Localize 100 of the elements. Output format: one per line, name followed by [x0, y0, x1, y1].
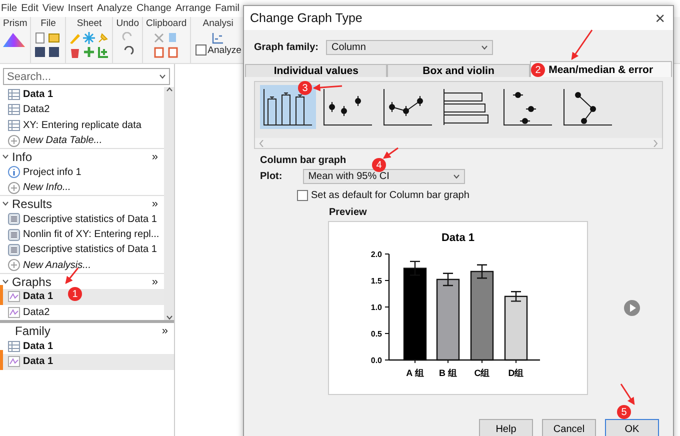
error-bar: [510, 291, 522, 302]
new-file-icon[interactable]: [34, 32, 46, 44]
menu-item[interactable]: Analyze: [96, 3, 132, 14]
results-sheet-icon: [8, 213, 20, 226]
dialog-button[interactable]: Cancel: [542, 419, 596, 436]
xy-chart-icon[interactable]: [212, 32, 224, 44]
save-icon[interactable]: [34, 46, 46, 58]
tree-item[interactable]: Descriptive statistics of Data 1: [0, 212, 164, 227]
add-column-icon[interactable]: [97, 46, 110, 58]
dialog-button[interactable]: Help: [479, 419, 533, 436]
add-circle-icon: [8, 134, 20, 147]
ribbon-group-label: Undo: [116, 18, 139, 29]
results-sheet-icon: [8, 244, 20, 256]
tick-label: 0.5: [370, 330, 382, 338]
field-label: Plot:: [260, 171, 282, 182]
info-icon: [8, 166, 20, 178]
error-bar: [442, 272, 454, 286]
table-icon: [8, 340, 20, 352]
graph-icon: [8, 291, 20, 302]
menu-item[interactable]: Change: [136, 3, 172, 14]
tree-item[interactable]: Descriptive statistics of Data 1: [0, 242, 164, 258]
tree-item[interactable]: New Info...: [0, 180, 164, 196]
tick-label: 1.0: [370, 303, 382, 312]
tree-item[interactable]: Data 1: [0, 338, 174, 354]
selection-marker: [0, 350, 3, 370]
category-label: A 组: [406, 368, 424, 378]
field-label: Graph family:: [254, 42, 318, 53]
section-title: Column bar graph: [260, 155, 346, 166]
tree-item[interactable]: New Analysis...: [0, 258, 164, 273]
category-label: C组: [474, 368, 490, 378]
menu-item[interactable]: Famil: [215, 3, 240, 14]
selection-marker: [0, 285, 3, 306]
tree-item[interactable]: New Data Table...: [0, 132, 164, 148]
chart-title: Data 1: [441, 232, 475, 244]
tree-item[interactable]: XY: Entering replicate data: [0, 118, 164, 133]
tree-item[interactable]: Data 1: [0, 87, 164, 102]
add-circle-icon: [8, 182, 20, 194]
step-badge: 1: [68, 287, 82, 301]
ribbon-group-label: Sheet: [76, 18, 102, 29]
graph-icon: [8, 306, 20, 318]
menu-item[interactable]: Insert: [68, 3, 93, 14]
menu-item[interactable]: File: [1, 3, 18, 14]
analyze-button[interactable]: Analyze: [194, 44, 242, 56]
snowflake-icon[interactable]: [83, 32, 96, 44]
tab[interactable]: Box and violin: [387, 64, 530, 77]
sheet-icon[interactable]: [194, 44, 207, 56]
caret-icon[interactable]: [481, 45, 488, 50]
category-label: B 组: [439, 368, 457, 378]
error-bar: [409, 260, 421, 276]
search-field[interactable]: Search...: [3, 68, 170, 85]
tree-item[interactable]: Data2: [0, 304, 164, 320]
graph-family-select[interactable]: Column: [326, 40, 494, 55]
expand-caret-icon[interactable]: [2, 279, 9, 284]
ribbon-group-label: Analysi: [202, 18, 234, 29]
add-circle-icon: [8, 259, 20, 272]
plot-select[interactable]: Mean with 95% CI: [303, 169, 466, 184]
ribbon-group-label: File: [40, 18, 56, 29]
tick-label: 0.0: [370, 356, 382, 365]
menu-item[interactable]: View: [42, 3, 64, 14]
section-header[interactable]: Info »: [0, 148, 164, 165]
tick-label: 1.5: [370, 276, 382, 286]
save-as-icon[interactable]: [48, 46, 60, 58]
paste-icon[interactable]: [153, 46, 166, 58]
table-icon: [8, 89, 20, 100]
error-bar: [476, 264, 488, 279]
table-icon: [8, 120, 20, 131]
tick-label: 2.0: [370, 250, 382, 259]
close-button[interactable]: ×: [655, 10, 665, 26]
section-header[interactable]: Results »: [0, 195, 164, 212]
preview-label: Preview: [329, 207, 367, 218]
scroll-down-icon[interactable]: [166, 315, 172, 320]
expand-caret-icon[interactable]: [2, 201, 9, 206]
menu-item[interactable]: Edit: [21, 3, 38, 14]
dropdown-caret-icon[interactable]: [159, 74, 166, 79]
checkbox[interactable]: [297, 190, 308, 201]
section-header[interactable]: Family »: [0, 323, 174, 338]
bar: [504, 296, 528, 361]
default-checkbox[interactable]: Set as default for Column bar graph: [297, 190, 470, 201]
expand-caret-icon[interactable]: [2, 154, 9, 160]
plus-icon[interactable]: [83, 46, 96, 58]
play-icon[interactable]: [624, 300, 640, 316]
category-label: D组: [508, 368, 524, 378]
tree-item[interactable]: Project info 1: [0, 164, 164, 180]
paste-special-icon[interactable]: [167, 46, 180, 58]
tree-item[interactable]: Data2: [0, 102, 164, 118]
graph-type-option[interactable]: [260, 85, 316, 129]
dialog-button[interactable]: OK: [605, 419, 659, 436]
table-icon: [8, 104, 20, 116]
caret-icon[interactable]: [453, 174, 460, 179]
prism-logo-icon[interactable]: [3, 32, 28, 48]
tree-item[interactable]: Nonlin fit of XY: Entering repl...: [0, 226, 164, 242]
scrollbar[interactable]: [164, 87, 174, 320]
ribbon-group-label: Prism: [3, 18, 28, 29]
results-sheet-icon: [8, 228, 20, 241]
trash-icon[interactable]: [69, 46, 82, 58]
dialog-title: Change Graph Type: [250, 11, 362, 25]
scroll-up-icon[interactable]: [166, 87, 172, 92]
tab[interactable]: Individual values: [245, 64, 388, 77]
ribbon-group-label: Clipboard: [146, 18, 187, 29]
menu-item[interactable]: Arrange: [175, 3, 212, 14]
